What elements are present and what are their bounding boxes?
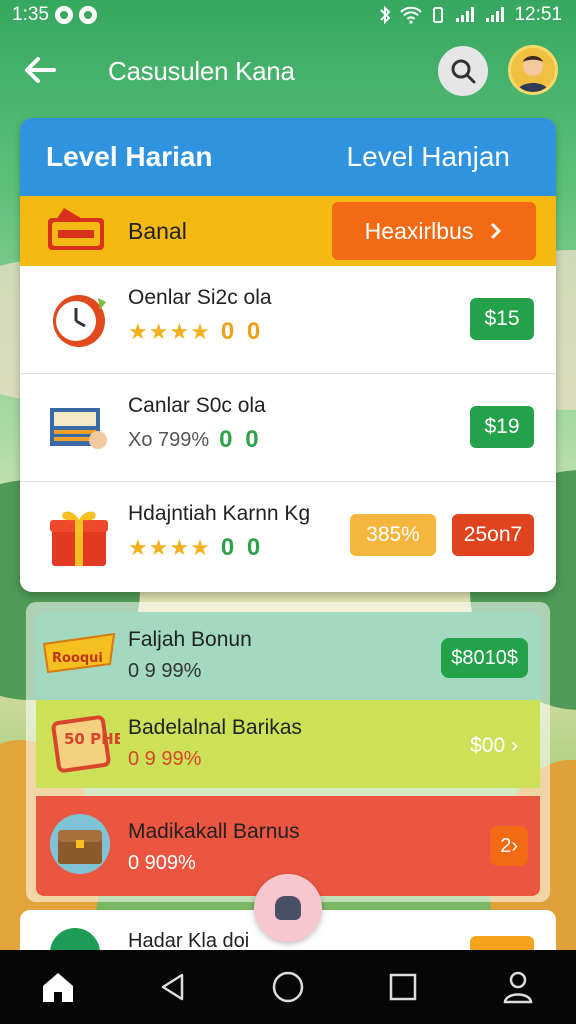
item-sub: ★★★★ 0 0 <box>128 318 263 346</box>
chevron-right-icon <box>491 222 502 240</box>
status-clock: 12:51 <box>514 4 562 25</box>
banal-row: Banal Heaxirlbus <box>20 196 556 266</box>
badge-label: 50 PHEU <box>64 730 120 748</box>
bonus-item[interactable]: 50 PHEU Badelalnal Barikas 0 9 99% $00 › <box>36 700 540 788</box>
status-time: 1:35 <box>12 4 49 25</box>
ticket-icon <box>48 208 104 250</box>
notification-icon <box>78 6 97 24</box>
recents-square-icon <box>389 973 417 1001</box>
bonus-name: Madikakall Barnus <box>128 820 300 843</box>
sale-sign-icon: 50 PHEU <box>51 715 120 773</box>
bonus-sub: 0 909% <box>128 852 196 874</box>
bonus-sub: 0 9 99% <box>128 748 202 770</box>
item-value: 0 0 <box>220 534 264 561</box>
header-title-left: Level Harian <box>46 141 213 172</box>
status-bar: 1:35 12:51 <box>0 0 576 30</box>
bonus-price-button[interactable]: $00 › <box>460 726 528 766</box>
page-title: Casusulen Kana <box>108 56 295 86</box>
vibrate-icon <box>433 7 444 23</box>
bonus-price-button[interactable]: $8010$ <box>441 638 528 678</box>
item-name: Oenlar Si2c ola <box>128 286 272 309</box>
price-button[interactable]: 25on7 <box>452 514 534 556</box>
avatar[interactable] <box>508 45 558 95</box>
bonus-price-button[interactable]: 2› <box>490 826 528 866</box>
bonus-sub: 0 9 99% <box>128 660 202 682</box>
badge-label: Rooqui <box>52 651 103 666</box>
item-value: 0 0 <box>220 318 264 345</box>
clock-icon <box>53 295 106 347</box>
app-bar: Casusulen Kana <box>0 40 576 104</box>
nav-profile-button[interactable] <box>488 957 548 1017</box>
system-nav-bar <box>0 950 576 1024</box>
user-avatar-icon <box>517 56 549 92</box>
cta-label: Heaxirlbus <box>364 217 474 244</box>
back-button[interactable] <box>20 50 64 94</box>
bonus-item[interactable]: Rooqui Faljah Bonun 0 9 99% $8010$ <box>36 612 540 700</box>
rating-stars: ★★★★ <box>128 319 211 344</box>
storefront-icon <box>50 408 107 449</box>
nav-back-button[interactable] <box>143 957 203 1017</box>
nav-home-button[interactable] <box>28 957 88 1017</box>
arrow-left-icon <box>25 57 56 83</box>
floating-action-button[interactable] <box>254 874 322 942</box>
profile-icon <box>503 971 533 1004</box>
search-icon <box>451 59 476 84</box>
item-sub: Xo 799% 0 0 <box>128 426 262 454</box>
nav-recents-button[interactable] <box>373 957 433 1017</box>
home-icon <box>42 973 73 1002</box>
bluetooth-icon <box>380 6 391 24</box>
price-button[interactable]: $15 <box>470 298 534 340</box>
card-header: Level Harian Level Hanjan <box>20 118 556 196</box>
home-circle-icon <box>272 971 304 1003</box>
item-name: Hdajntiah Karnn Kg <box>128 502 311 525</box>
search-button[interactable] <box>438 46 488 96</box>
item-name: Canlar S0c ola <box>128 394 266 417</box>
chat-icon <box>275 896 301 920</box>
price-button[interactable]: $19 <box>470 406 534 448</box>
item-sub: ★★★★ 0 0 <box>128 534 263 562</box>
level-card: Level Harian Level Hanjan Banal Heaxirlb… <box>20 118 556 592</box>
ribbon-badge-icon: Rooqui <box>42 632 116 674</box>
banal-cta-button[interactable]: Heaxirlbus <box>332 202 536 260</box>
list-item[interactable]: Hdajntiah Karnn Kg ★★★★ 0 0 385% 25on7 <box>20 482 556 590</box>
header-title-right[interactable]: Level Hanjan <box>347 141 510 173</box>
bonus-name: Faljah Bonun <box>128 628 252 651</box>
wifi-icon <box>400 6 423 24</box>
signal-icon <box>456 7 475 22</box>
rating-stars: ★★★★ <box>128 535 211 560</box>
banal-label: Banal <box>128 218 187 244</box>
item-value: 0 0 <box>219 426 262 453</box>
gift-icon <box>50 511 108 566</box>
bonus-name: Badelalnal Barikas <box>128 716 302 739</box>
treasure-chest-icon <box>50 814 110 874</box>
item-percent: Xo 799% <box>128 428 210 451</box>
back-triangle-icon <box>161 973 184 1001</box>
signal-icon <box>486 7 505 22</box>
notification-icon <box>54 6 73 24</box>
discount-badge[interactable]: 385% <box>350 514 436 556</box>
list-item[interactable]: Canlar S0c ola Xo 799% 0 0 $19 <box>20 374 556 482</box>
nav-home-circle-button[interactable] <box>258 957 318 1017</box>
list-item[interactable]: Oenlar Si2c ola ★★★★ 0 0 $15 <box>20 266 556 374</box>
